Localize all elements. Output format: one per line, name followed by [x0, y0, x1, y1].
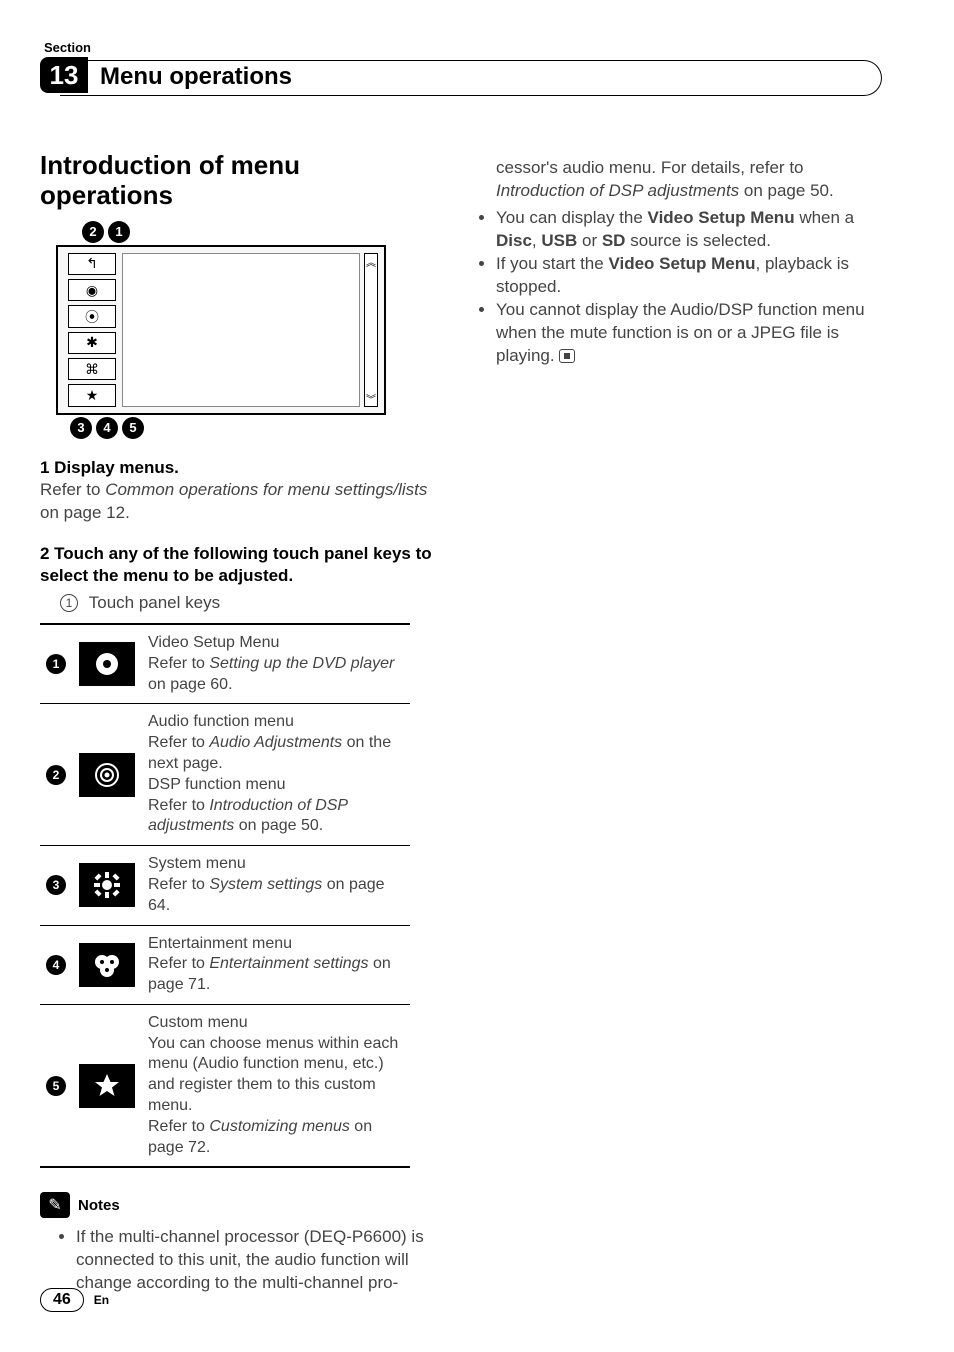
table-row: 2 Audio function menu Refer to Audio Adj… [40, 704, 410, 846]
step-1-title: 1 Display menus. [40, 457, 440, 479]
fig-video-icon: ◉ [68, 279, 116, 301]
section-label: Section [44, 40, 882, 55]
fig-scrollbar: ︽ ︾ [364, 253, 378, 407]
scroll-down-icon: ︾ [366, 391, 376, 406]
system-menu-icon [79, 863, 135, 907]
fig-entertainment-icon: ⌘ [68, 358, 116, 380]
note-item: If the multi-channel processor (DEQ-P660… [76, 1226, 440, 1295]
note-item: If you start the Video Setup Menu, playb… [496, 253, 876, 299]
note-item: You cannot display the Audio/DSP functio… [496, 299, 876, 368]
step-1-body: Refer to Common operations for menu sett… [40, 479, 440, 525]
note-continuation: cessor's audio menu. For details, refer … [476, 157, 876, 203]
entertainment-menu-icon [79, 943, 135, 987]
language-label: En [94, 1293, 109, 1307]
callout-1-top: 1 [108, 221, 130, 243]
scroll-up-icon: ︽ [366, 254, 376, 269]
row-desc: System menu Refer to System settings on … [142, 846, 410, 925]
row-callout: 5 [46, 1076, 66, 1096]
row-desc: Audio function menu Refer to Audio Adjus… [142, 704, 410, 846]
fig-custom-icon: ★ [68, 384, 116, 406]
step-2-sub: 1 Touch panel keys [40, 593, 440, 613]
notes-heading: Notes [78, 1197, 120, 1214]
table-row: 4 Entertainment menu Refer to Entertainm… [40, 925, 410, 1004]
row-desc: Custom menu You can choose menus within … [142, 1004, 410, 1167]
row-desc: Video Setup Menu Refer to Setting up the… [142, 624, 410, 704]
table-row: 5 Custom menu You can choose menus withi… [40, 1004, 410, 1167]
fig-back-icon: ↰ [68, 253, 116, 275]
row-callout: 2 [46, 765, 66, 785]
table-row: 3 System menu Refer to System settings o… [40, 846, 410, 925]
callout-3-bot: 3 [70, 417, 92, 439]
fig-system-icon: ✱ [68, 332, 116, 354]
end-of-section-icon [559, 349, 575, 363]
video-setup-icon [79, 642, 135, 686]
row-desc: Entertainment menu Refer to Entertainmen… [142, 925, 410, 1004]
header-rule [60, 60, 882, 96]
touch-keys-table: 1 Video Setup Menu Refer to Setting up t… [40, 623, 410, 1169]
menu-screen-figure: 2 1 ↰ ◉ ⦿ ✱ ⌘ ★ ︽ ︾ [56, 221, 386, 439]
callout-4-bot: 4 [96, 417, 118, 439]
callout-5-bot: 5 [122, 417, 144, 439]
callout-2-top: 2 [82, 221, 104, 243]
notes-icon: ✎ [40, 1192, 70, 1218]
custom-menu-icon [79, 1064, 135, 1108]
page-title: Introduction of menu operations [40, 151, 440, 211]
row-callout: 1 [46, 654, 66, 674]
circled-1-icon: 1 [60, 594, 78, 612]
row-callout: 3 [46, 875, 66, 895]
page-number: 46 [40, 1288, 84, 1312]
note-item: You can display the Video Setup Menu whe… [496, 207, 876, 253]
fig-content-area [122, 253, 360, 407]
fig-audio-icon: ⦿ [68, 305, 116, 327]
step-2-title: 2 Touch any of the following touch panel… [40, 543, 440, 587]
audio-function-icon [79, 753, 135, 797]
row-callout: 4 [46, 955, 66, 975]
page-footer: 46 En [40, 1288, 109, 1312]
table-row: 1 Video Setup Menu Refer to Setting up t… [40, 624, 410, 704]
